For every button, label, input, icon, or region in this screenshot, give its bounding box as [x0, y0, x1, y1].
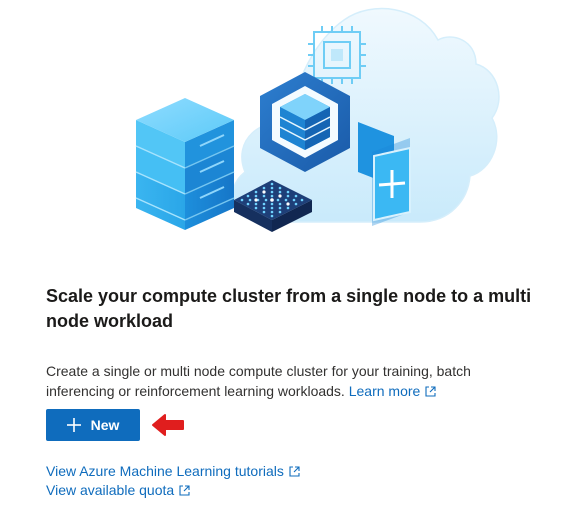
server-stack-icon: [135, 98, 235, 230]
new-button-label: New: [90, 417, 120, 433]
card-description: Create a single or multi node compute cl…: [46, 361, 486, 401]
learn-more-link[interactable]: Learn more: [349, 383, 437, 399]
external-link-icon: [425, 386, 436, 397]
compute-cluster-illustration: [0, 0, 586, 260]
new-button[interactable]: New: [46, 409, 140, 441]
quota-link[interactable]: View available quota: [46, 482, 190, 498]
external-link-icon: [289, 466, 300, 477]
tutorials-link-label: View Azure Machine Learning tutorials: [46, 463, 284, 479]
learn-more-label: Learn more: [348, 383, 421, 399]
quota-link-label: View available quota: [46, 482, 175, 498]
tutorials-link[interactable]: View Azure Machine Learning tutorials: [46, 463, 300, 479]
card-title: Scale your compute cluster from a single…: [46, 286, 532, 331]
card-content: Scale your compute cluster from a single…: [46, 284, 566, 401]
external-link-icon: [179, 485, 190, 496]
help-links: View Azure Machine Learning tutorials Vi…: [46, 462, 300, 500]
red-arrow-icon: [152, 414, 184, 436]
new-button-row: New: [46, 409, 184, 443]
plus-icon: [66, 418, 81, 432]
